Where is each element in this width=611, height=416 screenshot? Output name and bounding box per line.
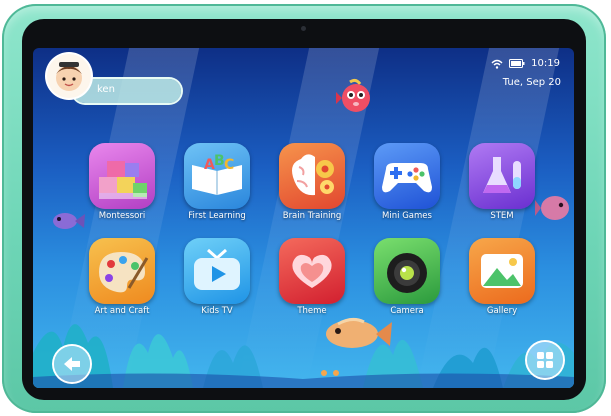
- app-mini-games[interactable]: Mini Games: [374, 143, 440, 221]
- theme-hearts-icon: [292, 254, 332, 288]
- wifi-icon: [491, 59, 503, 69]
- tablet-bezel: ken 10:19 Tue, Sep 20 Montessori A B C F…: [22, 19, 586, 400]
- tablet-case: ken 10:19 Tue, Sep 20 Montessori A B C F…: [2, 4, 606, 413]
- camera-lens-icon: [387, 253, 427, 293]
- app-brain-training[interactable]: Brain Training: [279, 143, 345, 221]
- flask-icon: [483, 157, 521, 193]
- app-label: Gallery: [486, 306, 518, 316]
- fish-mascot-icon: [336, 78, 370, 112]
- app-label: Brain Training: [282, 211, 342, 221]
- page-indicator: [321, 370, 339, 376]
- app-label: Kids TV: [201, 306, 233, 316]
- app-label: Art and Craft: [94, 306, 150, 316]
- app-label: Mini Games: [382, 211, 432, 221]
- app-label: Montessori: [98, 211, 146, 221]
- status-bar: 10:19: [491, 58, 560, 69]
- child-avatar-icon[interactable]: [47, 54, 91, 98]
- app-gallery[interactable]: Gallery: [469, 238, 535, 316]
- app-theme[interactable]: Theme: [279, 238, 345, 316]
- page-dot[interactable]: [333, 370, 339, 376]
- app-first-learning[interactable]: A B C First Learning: [184, 143, 250, 221]
- front-camera: [301, 26, 306, 31]
- app-kids-tv[interactable]: Kids TV: [184, 238, 250, 316]
- tv-play-icon: [194, 248, 240, 290]
- profile-username: ken: [97, 84, 115, 95]
- brain-gears-icon: [292, 154, 334, 196]
- app-label: Camera: [390, 306, 424, 316]
- back-button[interactable]: [54, 346, 90, 382]
- home-screen: ken 10:19 Tue, Sep 20 Montessori A B C F…: [33, 48, 574, 388]
- app-stem[interactable]: STEM: [469, 143, 535, 221]
- gamepad-icon: [382, 163, 432, 193]
- paint-palette-icon: [99, 252, 149, 293]
- status-time: 10:19: [531, 58, 560, 69]
- app-art-and-craft[interactable]: Art and Craft: [89, 238, 155, 316]
- page-dot[interactable]: [321, 370, 327, 376]
- app-camera[interactable]: Camera: [374, 238, 440, 316]
- app-montessori[interactable]: Montessori: [89, 143, 155, 221]
- app-grid-icon: [537, 352, 553, 368]
- abc-book-icon: A B C: [192, 153, 242, 195]
- app-label: STEM: [490, 211, 514, 221]
- app-drawer-button[interactable]: [527, 342, 563, 378]
- building-blocks-icon: [99, 161, 147, 199]
- app-label: First Learning: [188, 211, 246, 221]
- gallery-image-icon: [481, 254, 523, 288]
- orange-fish-icon: [326, 317, 392, 348]
- app-label: Theme: [297, 306, 327, 316]
- back-arrow-icon: [64, 357, 80, 371]
- status-date: Tue, Sep 20: [502, 77, 561, 88]
- battery-icon: [509, 59, 525, 68]
- svg-text:C: C: [224, 157, 234, 173]
